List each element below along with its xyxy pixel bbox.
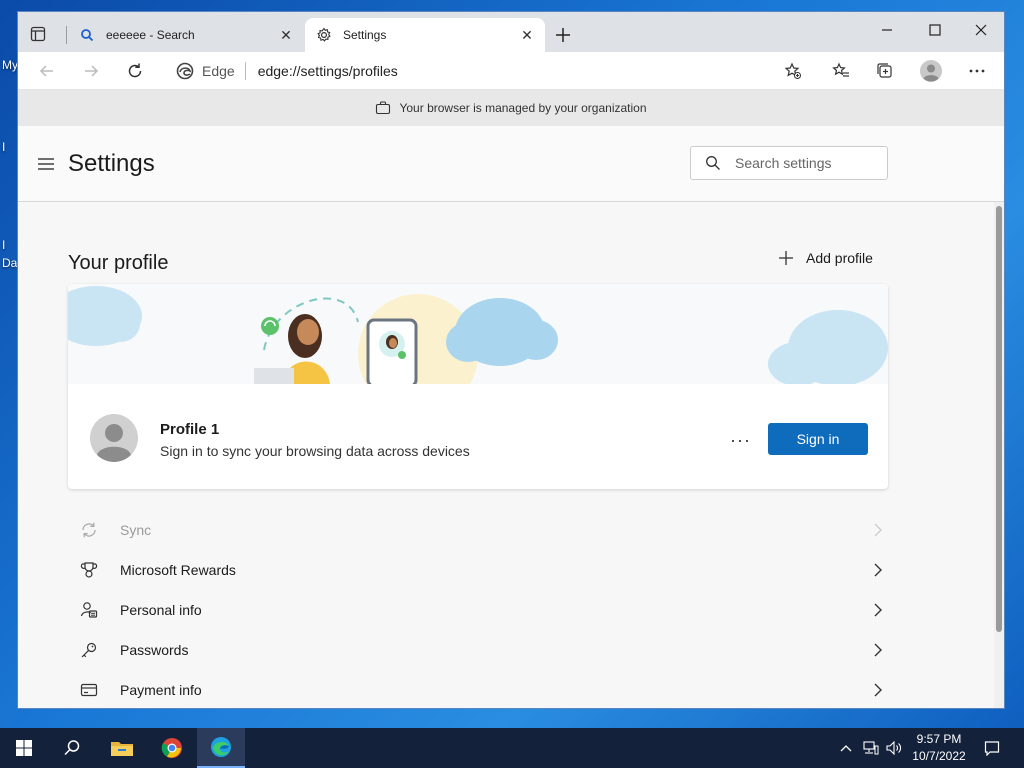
chevron-up-icon[interactable] bbox=[836, 728, 856, 768]
settings-header: Settings bbox=[18, 126, 1004, 202]
close-icon[interactable]: ✕ bbox=[278, 27, 294, 43]
trophy-icon bbox=[68, 561, 108, 579]
list-item-label: Personal info bbox=[120, 602, 202, 618]
url-text: edge://settings/profiles bbox=[257, 63, 398, 79]
tab-actions-icon[interactable] bbox=[28, 24, 48, 44]
tab-title: eeeeee - Search bbox=[106, 28, 195, 42]
section-heading: Your profile bbox=[68, 252, 169, 274]
system-clock[interactable]: 9:57 PM 10/7/2022 bbox=[904, 731, 974, 765]
list-item-payment-info[interactable]: Payment info bbox=[68, 670, 888, 708]
desktop-icon-label[interactable]: My bbox=[2, 58, 18, 72]
new-tab-button[interactable] bbox=[552, 24, 574, 46]
list-item-label: Sync bbox=[120, 522, 152, 538]
chevron-right-icon bbox=[868, 523, 888, 537]
scrollbar[interactable] bbox=[994, 202, 1004, 708]
add-profile-label: Add profile bbox=[806, 250, 873, 266]
avatar bbox=[90, 414, 138, 462]
maximize-button[interactable] bbox=[912, 16, 958, 44]
browser-window: eeeeee - Search ✕ Settings ✕ Edge edge:/… bbox=[17, 11, 1005, 709]
scrollbar-thumb[interactable] bbox=[996, 206, 1002, 632]
chevron-right-icon bbox=[868, 643, 888, 657]
tab-strip: eeeeee - Search ✕ Settings ✕ bbox=[18, 12, 1004, 52]
gear-icon bbox=[315, 26, 333, 44]
list-item-label: Microsoft Rewards bbox=[120, 562, 236, 578]
menu-icon[interactable] bbox=[36, 154, 56, 174]
network-icon[interactable] bbox=[860, 728, 882, 768]
address-separator bbox=[244, 62, 246, 80]
start-button[interactable] bbox=[0, 728, 48, 768]
tab-settings[interactable]: Settings ✕ bbox=[305, 18, 545, 52]
file-explorer-icon[interactable] bbox=[98, 728, 146, 768]
profile-subtitle: Sign in to sync your browsing data acros… bbox=[160, 443, 470, 459]
taskbar-search-icon[interactable] bbox=[48, 728, 96, 768]
site-identity-label: Edge bbox=[202, 63, 235, 79]
tab-separator bbox=[66, 26, 67, 44]
search-icon bbox=[705, 155, 721, 171]
desktop-icon-label[interactable]: I bbox=[2, 238, 5, 252]
clock-time: 9:57 PM bbox=[916, 732, 962, 746]
search-settings-box[interactable] bbox=[690, 146, 888, 180]
minimize-button[interactable] bbox=[864, 16, 910, 44]
chrome-icon[interactable] bbox=[148, 728, 196, 768]
settings-content: Your profile Add profile Profile 1 Sign … bbox=[18, 202, 994, 708]
list-item-label: Passwords bbox=[120, 642, 189, 658]
managed-notice-text[interactable]: Your browser is managed by your organiza… bbox=[399, 101, 646, 115]
sync-icon bbox=[68, 521, 108, 539]
more-options-icon[interactable]: ··· bbox=[730, 430, 751, 451]
list-item-passwords[interactable]: Passwords bbox=[68, 630, 888, 670]
tab-search[interactable]: eeeeee - Search ✕ bbox=[68, 18, 304, 52]
search-input[interactable] bbox=[735, 155, 865, 171]
add-profile-button[interactable]: Add profile bbox=[778, 250, 873, 266]
list-item-sync[interactable]: Sync bbox=[68, 510, 888, 550]
refresh-button[interactable] bbox=[122, 58, 148, 84]
sync-illustration bbox=[68, 284, 888, 414]
close-icon[interactable]: ✕ bbox=[519, 27, 535, 43]
navigation-toolbar: Edge edge://settings/profiles bbox=[18, 52, 1004, 90]
list-item-label: Payment info bbox=[120, 682, 202, 698]
profile-name: Profile 1 bbox=[160, 421, 220, 438]
card-icon bbox=[68, 681, 108, 699]
add-favorite-icon[interactable] bbox=[780, 58, 806, 84]
profile-card: Profile 1 Sign in to sync your browsing … bbox=[68, 284, 888, 489]
volume-icon[interactable] bbox=[884, 728, 904, 768]
more-menu-icon[interactable] bbox=[964, 58, 990, 84]
forward-button[interactable] bbox=[78, 58, 104, 84]
personal-info-icon bbox=[68, 601, 108, 619]
favorites-icon[interactable] bbox=[828, 58, 854, 84]
edge-logo-icon bbox=[176, 62, 194, 80]
profile-avatar-icon[interactable] bbox=[918, 58, 944, 84]
profile-settings-list: Sync Microsoft Rewards Personal info Pas… bbox=[68, 510, 888, 708]
close-window-button[interactable] bbox=[958, 16, 1004, 44]
tab-title: Settings bbox=[343, 28, 387, 42]
address-bar[interactable]: Edge edge://settings/profiles bbox=[164, 56, 804, 86]
chevron-right-icon bbox=[868, 683, 888, 697]
desktop-icon-label[interactable]: I bbox=[2, 140, 5, 154]
sign-in-button[interactable]: Sign in bbox=[768, 423, 868, 455]
notification-icon[interactable] bbox=[980, 728, 1004, 768]
edge-taskbar-icon[interactable] bbox=[197, 728, 245, 768]
briefcase-icon bbox=[375, 101, 391, 115]
page-title: Settings bbox=[68, 150, 155, 177]
chevron-right-icon bbox=[868, 563, 888, 577]
collections-icon[interactable] bbox=[872, 58, 898, 84]
managed-notice-bar: Your browser is managed by your organiza… bbox=[18, 90, 1004, 126]
clock-date: 10/7/2022 bbox=[912, 749, 966, 763]
list-item-personal-info[interactable]: Personal info bbox=[68, 590, 888, 630]
back-button[interactable] bbox=[34, 58, 60, 84]
desktop-icon-label[interactable]: Da bbox=[2, 256, 17, 270]
list-item-microsoft-rewards[interactable]: Microsoft Rewards bbox=[68, 550, 888, 590]
plus-icon bbox=[778, 250, 794, 266]
taskbar: 9:57 PM 10/7/2022 bbox=[0, 728, 1024, 768]
search-icon bbox=[78, 26, 96, 44]
key-icon bbox=[68, 641, 108, 659]
chevron-right-icon bbox=[868, 603, 888, 617]
